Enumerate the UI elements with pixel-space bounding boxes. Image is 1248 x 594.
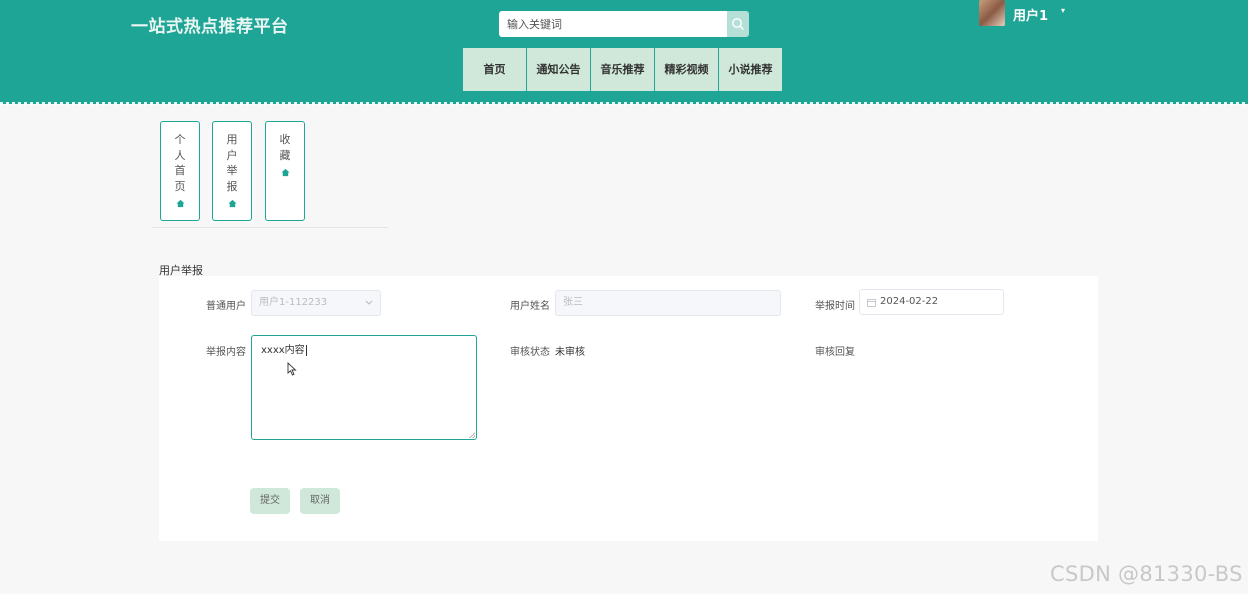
date-value: 2024-02-22 <box>880 296 939 307</box>
nav-videos[interactable]: 精彩视频 <box>655 48 718 91</box>
name-label: 用户姓名 <box>510 301 550 312</box>
reply-label: 审核回复 <box>815 347 855 358</box>
header-divider <box>0 102 1248 105</box>
name-value: 张三 <box>563 297 583 308</box>
avatar[interactable] <box>979 0 1005 26</box>
user-name[interactable]: 用户1 <box>1013 5 1048 24</box>
report-form: 普通用户 用户1-112233 用户姓名 张三 举报时间 2024-02-22 … <box>159 276 1098 541</box>
content-value: xxxx内容 <box>261 345 305 356</box>
nav-music[interactable]: 音乐推荐 <box>591 48 654 91</box>
cancel-button[interactable]: 取消 <box>300 488 340 514</box>
home-icon <box>176 199 185 208</box>
home-icon <box>228 199 237 208</box>
user-select-value: 用户1-112233 <box>259 297 328 308</box>
home-icon <box>281 168 290 177</box>
search-icon <box>732 18 744 30</box>
side-tab-report[interactable]: 用户举报 <box>212 121 252 221</box>
name-field: 张三 <box>555 290 781 316</box>
search-bar <box>499 11 749 37</box>
chevron-down-icon[interactable]: ▾ <box>1061 6 1065 15</box>
chevron-down-icon <box>365 300 373 305</box>
nav-notices[interactable]: 通知公告 <box>527 48 590 91</box>
date-picker[interactable]: 2024-02-22 <box>859 289 1004 315</box>
status-label: 审核状态 <box>510 347 550 358</box>
content-label: 举报内容 <box>206 347 246 358</box>
time-label: 举报时间 <box>815 301 855 312</box>
resize-handle[interactable] <box>469 432 475 438</box>
search-button[interactable] <box>727 11 749 37</box>
calendar-icon <box>867 299 876 307</box>
side-tab-profile[interactable]: 个人首页 <box>160 121 200 221</box>
user-label: 普通用户 <box>206 301 246 312</box>
search-input[interactable] <box>499 11 727 37</box>
text-caret <box>305 345 307 356</box>
nav-home[interactable]: 首页 <box>463 48 526 91</box>
status-value: 未审核 <box>555 347 585 358</box>
side-tab-favorites[interactable]: 收藏 <box>265 121 305 221</box>
watermark: CSDN @81330-BS <box>1050 562 1243 586</box>
side-menu: 个人首页 用户举报 收藏 <box>152 121 388 228</box>
submit-button[interactable]: 提交 <box>250 488 290 514</box>
side-tab-label: 个人首页 <box>174 133 186 193</box>
nav-novels[interactable]: 小说推荐 <box>719 48 782 91</box>
mouse-cursor-icon <box>287 362 297 376</box>
site-title[interactable]: 一站式热点推荐平台 <box>131 12 289 37</box>
side-tab-label: 用户举报 <box>226 133 238 193</box>
content-textarea[interactable]: xxxx内容 <box>251 335 477 440</box>
side-tab-label: 收藏 <box>279 133 291 162</box>
user-select: 用户1-112233 <box>251 290 381 316</box>
